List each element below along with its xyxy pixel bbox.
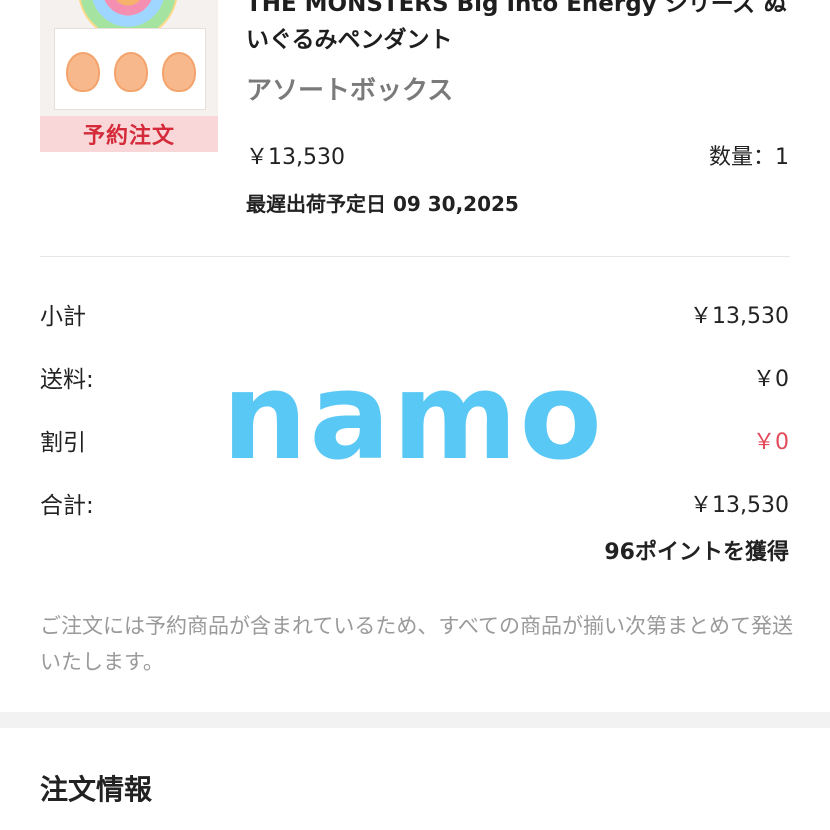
preorder-notice: ご注文には予約商品が含まれているため、すべての商品が揃い次第まとめて発送いたしま… bbox=[40, 614, 794, 674]
latest-ship-date: 最遅出荷予定日 09 30,2025 bbox=[246, 192, 519, 216]
points-earned: 96ポイントを獲得 bbox=[604, 540, 789, 565]
discount-value: ￥0 bbox=[753, 430, 789, 455]
divider bbox=[40, 256, 790, 257]
doll-figure bbox=[162, 52, 196, 92]
discount-label: 割引 bbox=[40, 430, 86, 456]
subtotal-value: ￥13,530 bbox=[690, 304, 789, 329]
section-separator bbox=[0, 712, 830, 728]
product-price: ￥13,530 bbox=[246, 145, 345, 170]
watermark: namo bbox=[222, 348, 604, 487]
product-quantity: 数量：1 bbox=[709, 145, 789, 170]
doll-figure bbox=[66, 52, 100, 92]
shipping-value: ￥0 bbox=[753, 367, 789, 392]
subtotal-label: 小計 bbox=[40, 304, 86, 330]
shipping-label: 送料: bbox=[40, 367, 94, 393]
subtotal-row: 小計 ￥13,530 bbox=[40, 296, 789, 332]
order-info-title: 注文情報 bbox=[40, 773, 153, 806]
total-label: 合計: bbox=[40, 493, 94, 519]
order-item: 予約注文 THE MONSTERS Big Into Energy シリーズ ぬ… bbox=[0, 0, 830, 250]
total-row: 合計: ￥13,530 bbox=[40, 485, 789, 521]
total-value: ￥13,530 bbox=[690, 493, 789, 518]
product-title[interactable]: THE MONSTERS Big Into Energy シリーズ ぬいぐるみペ… bbox=[246, 0, 806, 58]
preorder-badge: 予約注文 bbox=[40, 116, 218, 152]
product-variant: アソートボックス bbox=[246, 76, 454, 106]
doll-figure bbox=[114, 52, 148, 92]
